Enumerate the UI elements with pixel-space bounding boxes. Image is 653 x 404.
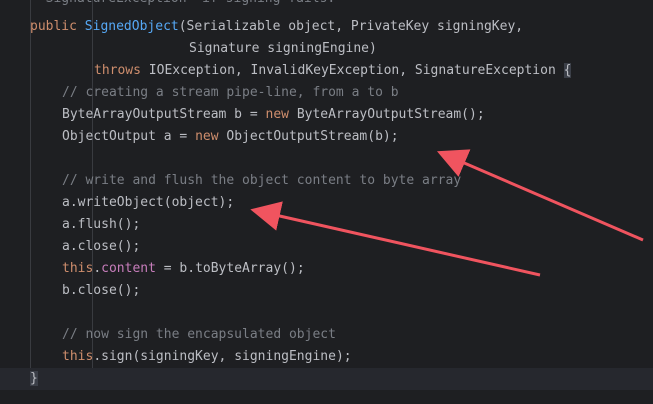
keyword-this: this bbox=[62, 261, 94, 276]
code-line-5: ByteArrayOutputStream b = new ByteArrayO… bbox=[0, 104, 653, 126]
code-line-13: b.close(); bbox=[0, 280, 653, 302]
statement: ByteArrayOutputStream b = bbox=[62, 107, 266, 122]
statement: a.flush(); bbox=[62, 217, 141, 232]
statement: ByteArrayOutputStream(); bbox=[296, 107, 485, 122]
comment: // creating a stream pipe-line, from a t… bbox=[62, 85, 399, 100]
code-line-12: this.content = b.toByteArray(); bbox=[0, 258, 653, 280]
code-line-2: Signature signingEngine) bbox=[0, 38, 653, 60]
statement: = b.toByteArray(); bbox=[155, 261, 305, 276]
statement: a.writeObject(object); bbox=[62, 195, 235, 210]
keyword: new bbox=[265, 107, 297, 122]
keyword: public bbox=[30, 19, 85, 34]
statement: .sign(signingKey, signingEngine); bbox=[93, 349, 352, 364]
statement: a.close(); bbox=[62, 239, 141, 254]
statement: ObjectOutputStream(b); bbox=[226, 129, 399, 144]
doc-comment-fragment: * SignatureException if signing fails. bbox=[30, 0, 335, 10]
code-line-17: } bbox=[0, 368, 653, 390]
code-line-6: ObjectOutput a = new ObjectOutputStream(… bbox=[0, 126, 653, 148]
code-line-11: a.close(); bbox=[0, 236, 653, 258]
statement: ObjectOutput a = bbox=[62, 129, 196, 144]
open-brace: { bbox=[563, 63, 572, 78]
comment: // write and flush the object content to… bbox=[62, 173, 462, 188]
code-line-3: throws IOException, InvalidKeyException,… bbox=[0, 60, 653, 82]
code-line-1: public SignedObject(Serializable object,… bbox=[0, 16, 653, 38]
exceptions: IOException, InvalidKeyException, Signat… bbox=[148, 63, 564, 78]
statement: b.close(); bbox=[62, 283, 141, 298]
method-name: SignedObject bbox=[84, 19, 179, 34]
code-editor[interactable]: * SignatureException if signing fails. p… bbox=[0, 0, 653, 404]
parameters: Signature signingEngine) bbox=[189, 41, 377, 56]
code-line-9: a.writeObject(object); bbox=[0, 192, 653, 214]
dot: . bbox=[93, 261, 102, 276]
code-line-10: a.flush(); bbox=[0, 214, 653, 236]
parameters: (Serializable object, PrivateKey signing… bbox=[178, 19, 524, 34]
code-line-4: // creating a stream pipe-line, from a t… bbox=[0, 82, 653, 104]
comment: // now sign the encapsulated object bbox=[62, 327, 336, 342]
keyword: new bbox=[195, 129, 227, 144]
code-line-16: this.sign(signingKey, signingEngine); bbox=[0, 346, 653, 368]
field-name: content bbox=[101, 261, 156, 276]
code-line-8: // write and flush the object content to… bbox=[0, 170, 653, 192]
close-brace: } bbox=[30, 371, 38, 386]
keyword: throws bbox=[94, 63, 149, 78]
code-line-15: // now sign the encapsulated object bbox=[0, 324, 653, 346]
keyword-this: this bbox=[62, 349, 94, 364]
